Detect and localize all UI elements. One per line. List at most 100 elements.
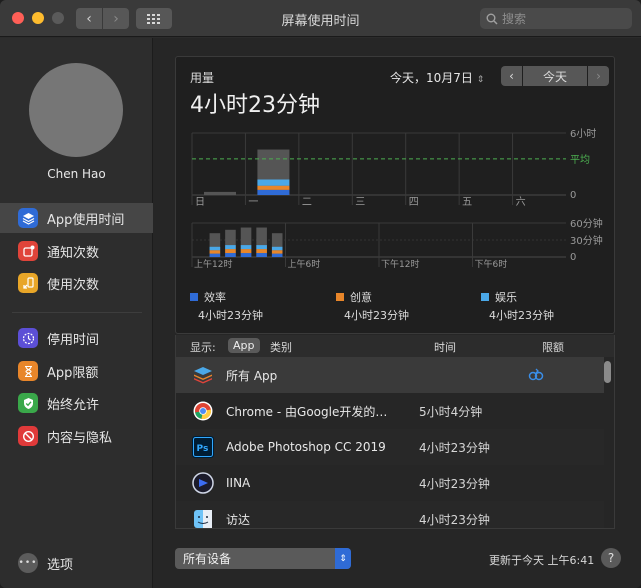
hourglass-icon bbox=[18, 361, 38, 381]
table-row[interactable]: 所有 App bbox=[176, 357, 604, 393]
next-day-button[interactable]: › bbox=[588, 66, 609, 86]
legend-entertainment: 娱乐 4小时23分钟 bbox=[481, 289, 554, 322]
updown-icon: ⇕ bbox=[335, 548, 351, 569]
date-label: 今天，10月7日 bbox=[390, 71, 473, 85]
y-tick-label: 60分钟 bbox=[570, 217, 603, 230]
chevron-right-icon: › bbox=[596, 69, 601, 83]
search-icon bbox=[486, 13, 498, 25]
app-name: Chrome - 由Google开发的… bbox=[226, 404, 388, 419]
app-name: Adobe Photoshop CC 2019 bbox=[226, 440, 386, 454]
help-button[interactable]: ? bbox=[601, 548, 621, 568]
bar-segment bbox=[209, 253, 221, 257]
legend-creativity: 创意 4小时23分钟 bbox=[336, 289, 409, 322]
scrollbar-thumb[interactable] bbox=[604, 361, 611, 383]
x-tick-label: 上午6时 bbox=[288, 258, 321, 270]
chevron-left-icon: ‹ bbox=[509, 69, 514, 83]
sidebar-item-label: 内容与隐私 bbox=[47, 430, 113, 446]
options-label: 选项 bbox=[47, 557, 74, 573]
x-tick-label: 二 bbox=[302, 197, 312, 208]
legend-swatch bbox=[190, 293, 198, 301]
column-limit[interactable]: 限额 bbox=[542, 339, 564, 355]
bar-segment bbox=[240, 245, 252, 250]
y-tick-label: 30分钟 bbox=[570, 234, 603, 247]
legend-swatch bbox=[481, 293, 489, 301]
y-tick-label: 6小时 bbox=[570, 128, 596, 140]
today-button[interactable]: 今天 bbox=[523, 66, 587, 86]
app-name: 所有 App bbox=[226, 368, 278, 383]
svg-text:Ps: Ps bbox=[197, 444, 209, 454]
sidebar-item-pickups[interactable]: 使用次数 bbox=[0, 268, 153, 298]
sidebar-item-downtime[interactable]: 停用时间 bbox=[0, 323, 153, 353]
question-icon: ? bbox=[607, 551, 615, 565]
options-button[interactable]: ••• 选项 bbox=[0, 548, 153, 578]
table-row[interactable]: Ps Adobe Photoshop CC 2019 4小时23分钟 bbox=[176, 429, 604, 465]
titlebar: ‹ › 屏幕使用时间 搜索 bbox=[0, 0, 641, 37]
finder-icon bbox=[192, 508, 214, 528]
app-time: 4小时23分钟 bbox=[419, 440, 490, 455]
legend-value: 4小时23分钟 bbox=[198, 309, 263, 322]
usage-panel: 用量 4小时23分钟 今天，10月7日 ⇕ ‹ 今天 › 日 一 二 三 四 五 六 平均 6小… bbox=[175, 56, 615, 334]
table-row[interactable]: 访达 4小时23分钟 bbox=[176, 501, 604, 528]
bar-segment bbox=[257, 185, 290, 190]
legend-productivity: 效率 4小时23分钟 bbox=[190, 289, 263, 322]
x-tick-label: 下午12时 bbox=[381, 258, 419, 270]
bar-segment bbox=[257, 179, 290, 186]
app-time: 4小时23分钟 bbox=[419, 476, 490, 491]
app-time: 4小时23分钟 bbox=[419, 512, 490, 527]
table-scrollbar[interactable] bbox=[604, 359, 612, 527]
limit-icon[interactable] bbox=[528, 367, 544, 384]
bar-segment bbox=[209, 250, 221, 254]
bar-segment bbox=[257, 189, 290, 195]
sidebar-item-app-limits[interactable]: App限额 bbox=[0, 356, 153, 386]
bar-total bbox=[204, 191, 236, 195]
bar-segment bbox=[271, 246, 283, 251]
bar-segment bbox=[225, 249, 236, 254]
sidebar-item-always-allowed[interactable]: 始终允许 bbox=[0, 388, 153, 418]
legend-name: 创意 bbox=[350, 291, 372, 304]
bar-segment bbox=[209, 246, 221, 251]
sidebar: Chen Hao App使用时间 通知次数 使用次数 停用时间 App限额 始终… bbox=[0, 38, 153, 588]
device-select[interactable]: 所有设备 ⇕ bbox=[175, 548, 351, 569]
downtime-icon bbox=[18, 328, 38, 348]
column-time[interactable]: 时间 bbox=[434, 339, 456, 355]
tab-category[interactable]: 类别 bbox=[270, 339, 292, 355]
legend-name: 娱乐 bbox=[495, 291, 517, 304]
x-tick-label: 上午12时 bbox=[194, 258, 232, 270]
restriction-icon bbox=[18, 426, 38, 446]
bar-segment bbox=[256, 245, 267, 250]
x-tick-label: 五 bbox=[462, 197, 472, 208]
device-value: 所有设备 bbox=[183, 552, 232, 566]
bar-segment bbox=[240, 253, 252, 257]
sidebar-divider bbox=[12, 312, 142, 313]
show-label: 显示: bbox=[190, 341, 216, 354]
y-tick-label: 0 bbox=[570, 252, 576, 263]
legend-swatch bbox=[336, 293, 344, 301]
previous-day-button[interactable]: ‹ bbox=[501, 66, 522, 86]
bar-segment bbox=[240, 249, 252, 254]
table-row[interactable]: IINA 4小时23分钟 bbox=[176, 465, 604, 501]
app-table-header: 显示: App 类别 时间 限额 bbox=[175, 335, 615, 357]
x-tick-label: 下午6时 bbox=[475, 258, 508, 270]
usage-label: 用量 bbox=[190, 71, 215, 85]
x-tick-label: 四 bbox=[409, 197, 419, 208]
sidebar-item-notifications[interactable]: 通知次数 bbox=[0, 236, 153, 266]
sidebar-item-app-usage[interactable]: App使用时间 bbox=[0, 203, 153, 233]
sidebar-item-content-privacy[interactable]: 内容与隐私 bbox=[0, 421, 153, 451]
table-row[interactable]: Chrome - 由Google开发的… 5小时4分钟 bbox=[176, 393, 604, 429]
search-input[interactable]: 搜索 bbox=[480, 8, 632, 29]
sidebar-item-label: App使用时间 bbox=[47, 212, 125, 228]
app-table: 所有 App Chrome - 由Google开发的… 5小时4分钟 Ps Ad… bbox=[175, 357, 615, 529]
date-selector[interactable]: 今天，10月7日 ⇕ bbox=[390, 69, 484, 86]
bar-segment bbox=[225, 245, 236, 250]
stepper-icon: ⇕ bbox=[476, 75, 485, 85]
avatar[interactable] bbox=[29, 63, 123, 157]
chrome-icon bbox=[192, 400, 214, 422]
notification-icon bbox=[18, 241, 38, 261]
photoshop-icon: Ps bbox=[192, 436, 214, 458]
tab-app[interactable]: App bbox=[228, 338, 260, 353]
legend-name: 效率 bbox=[204, 291, 226, 304]
sidebar-item-label: 停用时间 bbox=[47, 332, 100, 348]
app-time: 5小时4分钟 bbox=[419, 404, 483, 419]
checkmark-icon bbox=[18, 393, 38, 413]
main-content: 用量 4小时23分钟 今天，10月7日 ⇕ ‹ 今天 › 日 一 二 三 四 五 六 平均 6小… bbox=[153, 38, 641, 588]
